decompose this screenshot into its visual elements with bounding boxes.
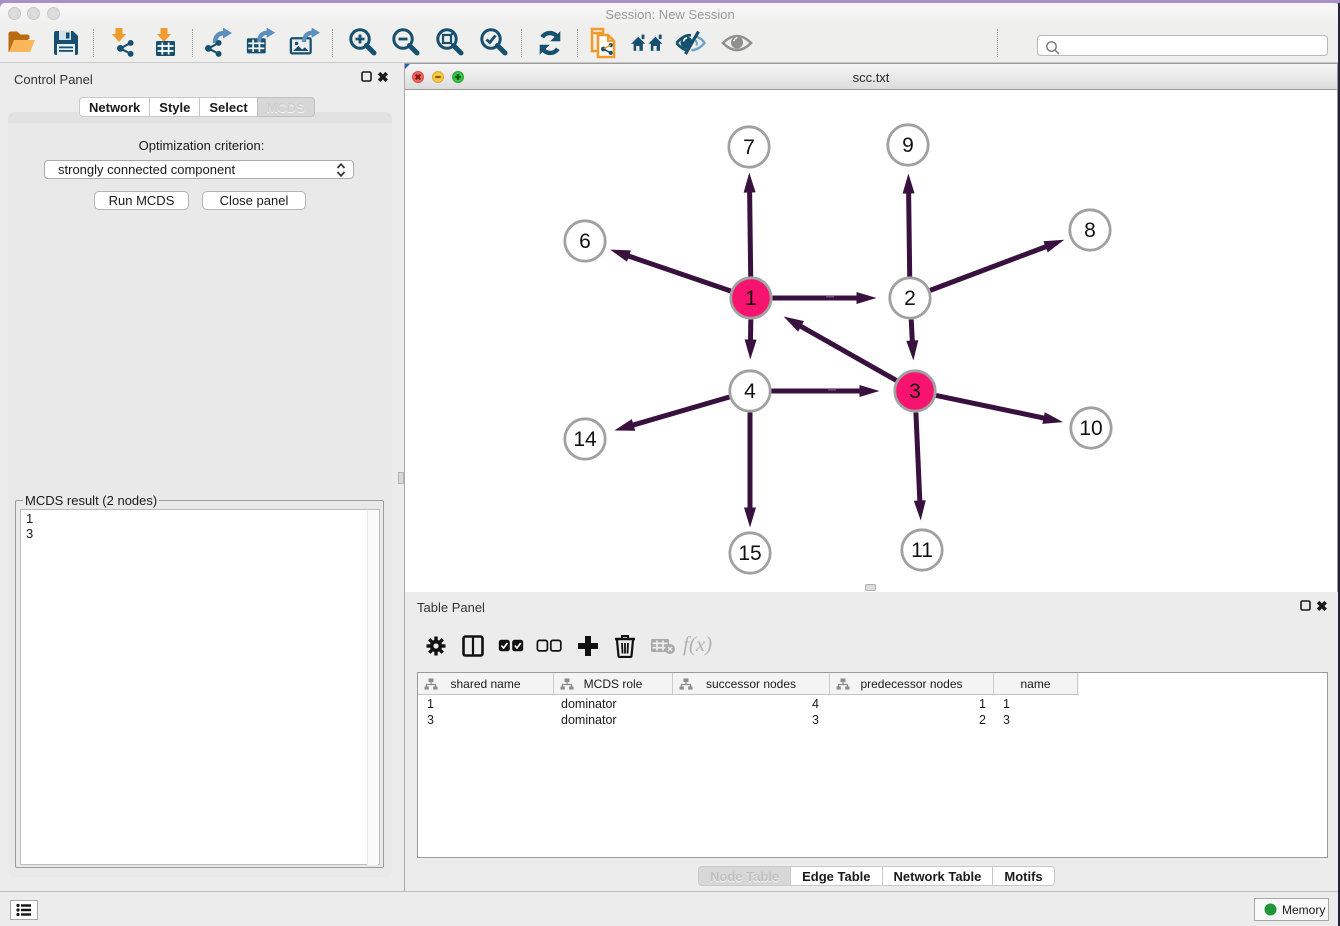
svg-text:6: 6	[579, 230, 591, 253]
svg-text:3: 3	[909, 380, 921, 403]
svg-text:10: 10	[1079, 417, 1102, 440]
svg-text:7: 7	[743, 136, 755, 159]
svg-text:8: 8	[1084, 219, 1096, 242]
svg-text:9: 9	[902, 134, 914, 157]
svg-text:14: 14	[573, 428, 597, 451]
svg-text:1: 1	[745, 287, 757, 310]
svg-text:2: 2	[904, 287, 916, 310]
svg-text:4: 4	[744, 380, 756, 403]
svg-text:15: 15	[738, 542, 761, 565]
svg-text:11: 11	[911, 539, 933, 562]
